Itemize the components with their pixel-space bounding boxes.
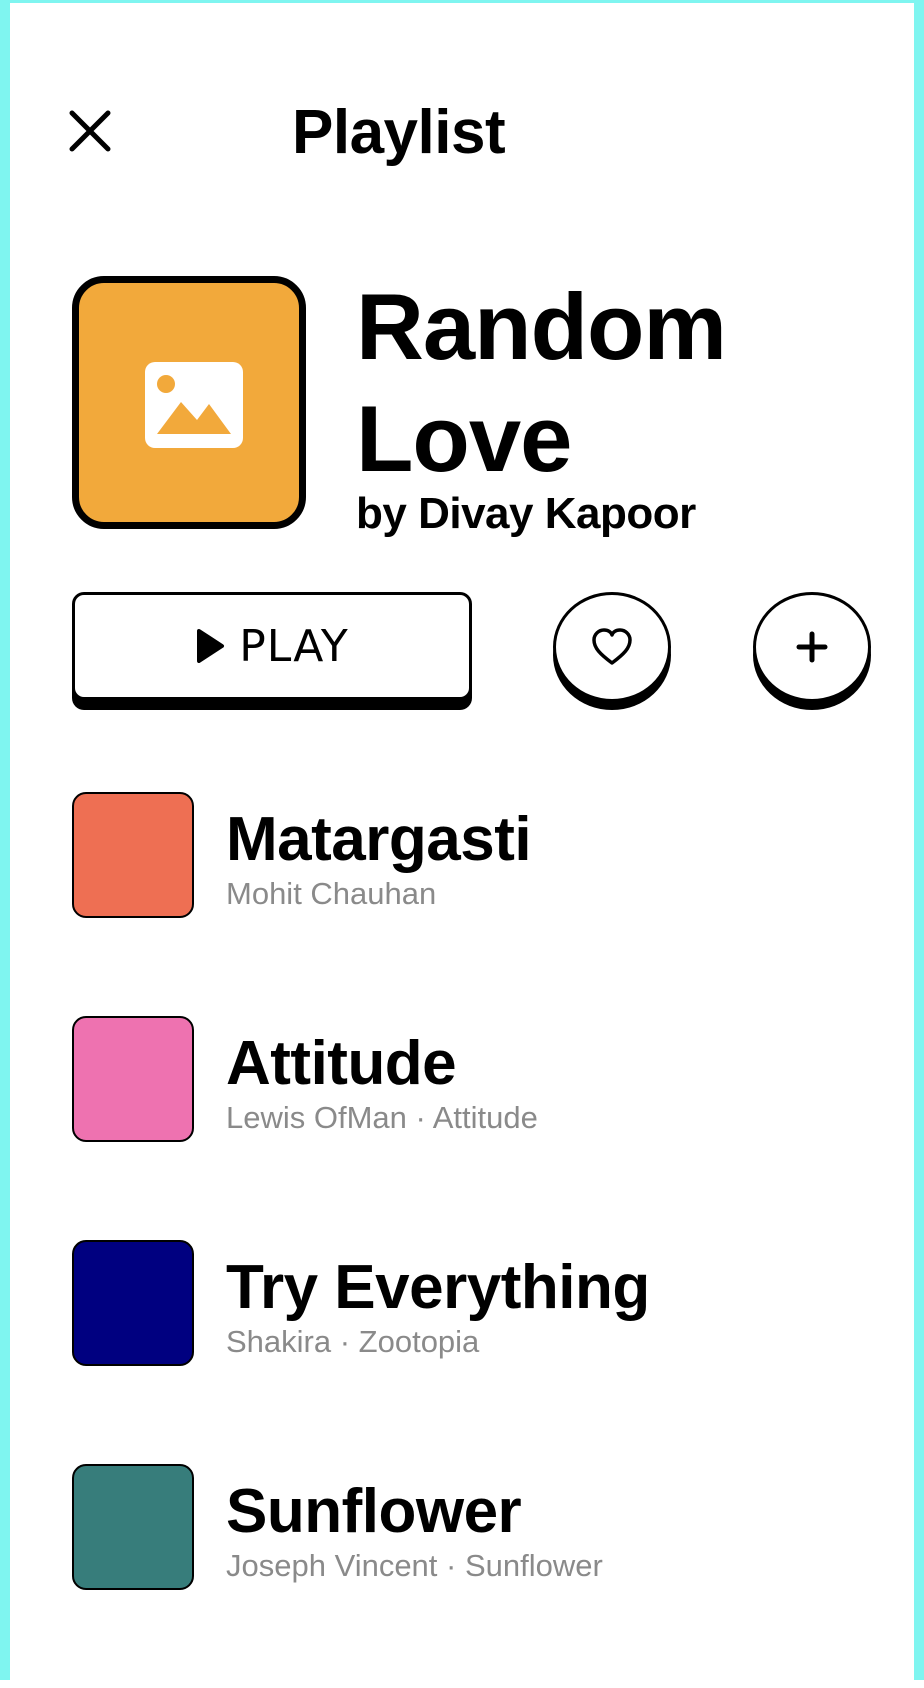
close-icon <box>69 110 111 152</box>
track-subtitle: Lewis OfMan · Attitude <box>226 1100 538 1135</box>
image-placeholder-icon <box>145 362 243 448</box>
track-artwork <box>72 792 194 918</box>
like-button[interactable] <box>553 592 671 702</box>
track-artwork <box>72 1016 194 1142</box>
play-button-label: PLAY <box>239 620 349 672</box>
playlist-cover <box>72 276 306 529</box>
close-button[interactable] <box>68 109 112 153</box>
track-row[interactable]: Attitude Lewis OfMan · Attitude <box>72 1016 892 1240</box>
track-list: Matargasti Mohit Chauhan Attitude Lewis … <box>72 792 892 1688</box>
track-artwork <box>72 1464 194 1590</box>
plus-icon <box>796 631 828 663</box>
track-artwork <box>72 1240 194 1366</box>
playlist-title: Random Love <box>356 274 727 491</box>
app-frame: Playlist Random Love by Divay Kapoor PLA… <box>0 0 924 1680</box>
add-button[interactable] <box>753 592 871 702</box>
track-subtitle: Mohit Chauhan <box>226 876 437 911</box>
play-icon <box>197 629 225 663</box>
track-row[interactable]: Try Everything Shakira · Zootopia <box>72 1240 892 1464</box>
page-title: Playlist <box>292 98 506 167</box>
track-title: Sunflower <box>226 1477 522 1546</box>
track-title: Matargasti <box>226 805 532 874</box>
track-row[interactable]: Matargasti Mohit Chauhan <box>72 792 892 1016</box>
track-subtitle: Joseph Vincent · Sunflower <box>226 1548 603 1583</box>
track-title: Try Everything <box>226 1253 650 1322</box>
playlist-owner: by Divay Kapoor <box>356 489 696 538</box>
heart-icon <box>592 628 632 665</box>
track-subtitle: Shakira · Zootopia <box>226 1324 480 1359</box>
track-row[interactable]: Sunflower Joseph Vincent · Sunflower <box>72 1464 892 1688</box>
play-button[interactable]: PLAY <box>72 592 472 700</box>
track-title: Attitude <box>226 1029 457 1098</box>
